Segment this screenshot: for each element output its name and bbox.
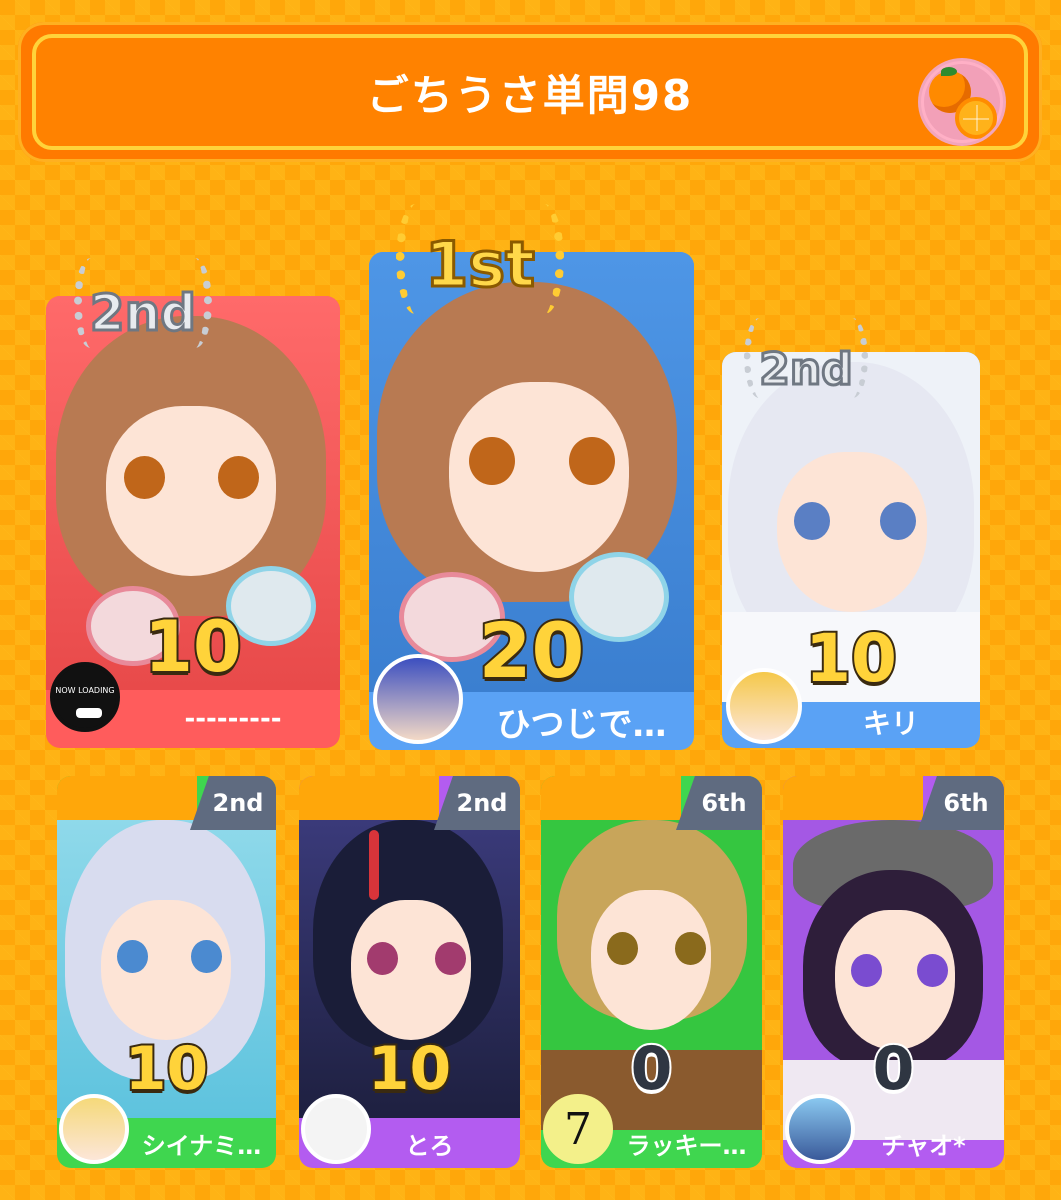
silver-laurel-icon: 2nd xyxy=(68,248,218,368)
player-card[interactable]: 2nd 10 とろ xyxy=(299,776,520,1168)
cat-icon xyxy=(76,708,102,718)
player-card[interactable]: 6th 0 ラッキー… 7 xyxy=(541,776,762,1168)
avatar-loading-text: NOW LOADING xyxy=(55,686,115,695)
player-avatar xyxy=(726,668,802,744)
gold-laurel-icon: 1st xyxy=(396,198,564,330)
player-avatar xyxy=(373,654,463,744)
rank-badge: 6th xyxy=(918,776,1004,830)
player-avatar xyxy=(301,1094,371,1164)
silver-laurel-icon: 2nd xyxy=(740,310,872,418)
header-inner: ごちうさ単問98 xyxy=(32,34,1028,150)
player-avatar xyxy=(59,1094,129,1164)
medal-label: 1st xyxy=(424,227,537,303)
orange-icon xyxy=(918,58,1006,146)
medal-label: 2nd xyxy=(758,343,854,397)
avatar-number: 7 xyxy=(564,1104,592,1155)
player-card[interactable]: 2nd 10 シイナミ… xyxy=(57,776,276,1168)
medal-label: 2nd xyxy=(88,283,197,344)
rank-badge: 2nd xyxy=(190,776,276,830)
player-avatar: 7 xyxy=(543,1094,613,1164)
player-avatar: NOW LOADING xyxy=(50,662,120,732)
quiz-title: ごちうさ単問98 xyxy=(366,70,694,120)
player-card[interactable]: 6th 0 チャオ* xyxy=(783,776,1004,1168)
player-avatar xyxy=(785,1094,855,1164)
rank-badge: 2nd xyxy=(434,776,520,830)
rank-badge: 6th xyxy=(676,776,762,830)
quiz-header: ごちうさ単問98 xyxy=(18,22,1042,162)
